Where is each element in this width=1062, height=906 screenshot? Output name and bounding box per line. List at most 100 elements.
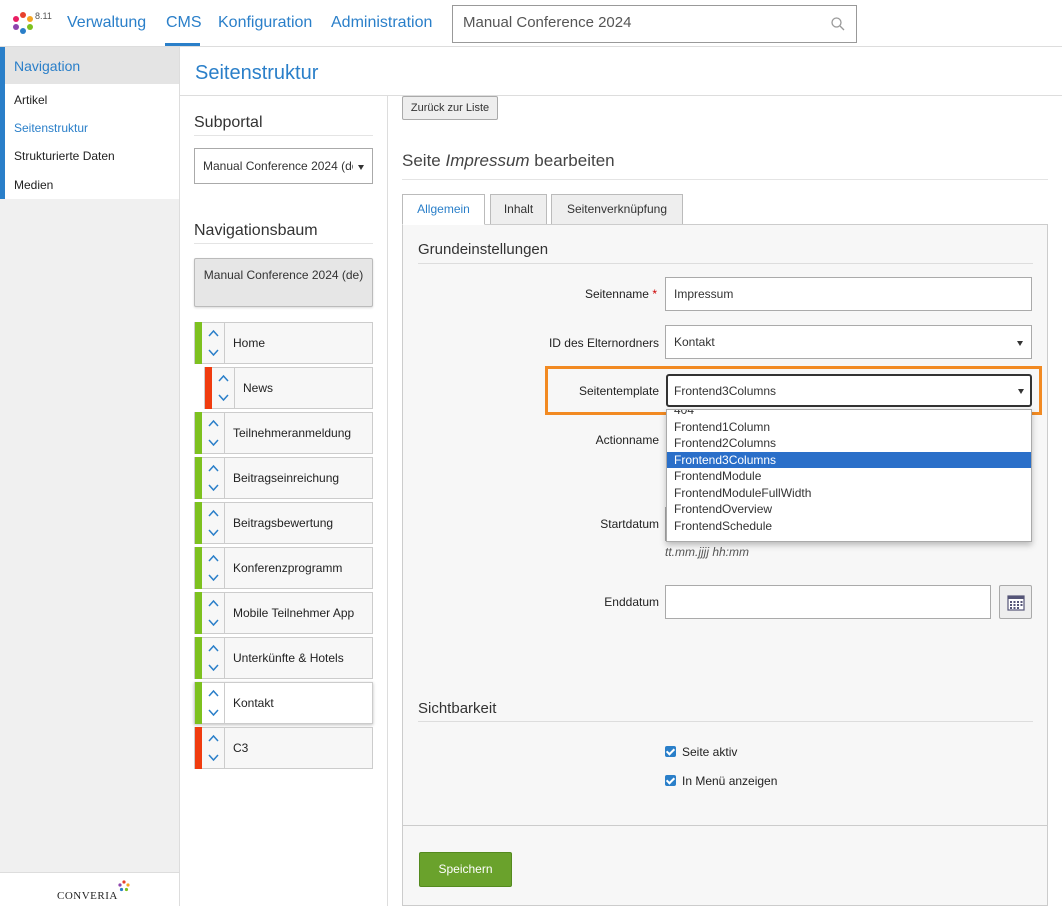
chevron-up-icon[interactable] xyxy=(218,374,229,382)
chevron-up-icon[interactable] xyxy=(208,599,219,607)
sidebar-item-seitenstruktur[interactable]: Seitenstruktur xyxy=(14,121,88,135)
chevron-up-icon[interactable] xyxy=(208,644,219,652)
tree-root-button[interactable]: Manual Conference 2024 (de) xyxy=(194,258,373,307)
checkbox-checked-icon[interactable] xyxy=(665,775,676,786)
template-option[interactable]: 404 xyxy=(667,410,1031,418)
tree-node[interactable]: Kontakt xyxy=(194,682,373,724)
template-option[interactable]: FrontendOverview xyxy=(667,501,1031,517)
template-select[interactable]: Frontend3Columns xyxy=(666,374,1032,407)
tree-node-label[interactable]: Beitragsbewertung xyxy=(233,516,333,530)
tree-node[interactable]: Teilnehmeranmeldung xyxy=(194,412,373,454)
chevron-down-icon[interactable] xyxy=(208,754,219,762)
chevron-up-icon[interactable] xyxy=(208,734,219,742)
sidebar-item-strukturierte-daten[interactable]: Strukturierte Daten xyxy=(14,149,115,163)
tree-node-label[interactable]: Mobile Teilnehmer App xyxy=(233,606,354,620)
tree-reorder-controls xyxy=(202,413,225,453)
tree-node[interactable]: Unterkünfte & Hotels xyxy=(194,637,373,679)
search-icon[interactable] xyxy=(830,16,846,32)
enddate-field[interactable] xyxy=(665,585,991,619)
edit-title-suffix: bearbeiten xyxy=(529,151,615,170)
tree-status-bar xyxy=(195,457,202,499)
sidebar-heading-label: Navigation xyxy=(14,58,81,74)
search-input[interactable] xyxy=(463,14,823,31)
tree-node-label[interactable]: Konferenzprogramm xyxy=(233,561,342,575)
chevron-down-icon[interactable] xyxy=(208,709,219,717)
pagename-field[interactable] xyxy=(665,277,1032,311)
chevron-down-icon[interactable] xyxy=(208,664,219,672)
structure-panel: Subportal Manual Conference 2024 (de) Na… xyxy=(180,96,388,906)
chevron-up-icon[interactable] xyxy=(208,509,219,517)
tree-node[interactable]: Beitragseinreichung xyxy=(194,457,373,499)
tab-inhalt[interactable]: Inhalt xyxy=(490,194,547,225)
top-bar: 8.11 Verwaltung CMS Konfiguration Admini… xyxy=(0,0,1062,47)
chevron-up-icon[interactable] xyxy=(208,464,219,472)
chevron-down-icon[interactable] xyxy=(208,619,219,627)
tree-node[interactable]: C3 xyxy=(194,727,373,769)
parent-select[interactable]: Kontakt xyxy=(665,325,1032,359)
nav-verwaltung[interactable]: Verwaltung xyxy=(67,14,146,32)
chevron-down-icon[interactable] xyxy=(208,484,219,492)
chevron-up-icon[interactable] xyxy=(208,329,219,337)
app-version: 8.11 xyxy=(35,11,52,21)
global-search[interactable] xyxy=(452,5,857,43)
template-option[interactable]: Frontend2Columns xyxy=(667,435,1031,451)
pagename-input[interactable] xyxy=(674,287,1003,301)
tree-reorder-controls xyxy=(202,458,225,498)
app-logo-icon[interactable] xyxy=(10,10,36,36)
section-sichtbarkeit: Sichtbarkeit xyxy=(418,700,497,717)
tree-node[interactable]: Mobile Teilnehmer App xyxy=(194,592,373,634)
chevron-up-icon[interactable] xyxy=(208,554,219,562)
sidebar-item-artikel[interactable]: Artikel xyxy=(14,93,47,107)
chevron-down-icon xyxy=(1017,341,1023,346)
tab-seitenverknuepfung[interactable]: Seitenverknüpfung xyxy=(551,194,683,225)
chevron-down-icon[interactable] xyxy=(208,439,219,447)
enddate-input[interactable] xyxy=(674,595,966,609)
chevron-up-icon[interactable] xyxy=(208,419,219,427)
subportal-select-value: Manual Conference 2024 (de) xyxy=(203,159,353,173)
startdate-hint: tt.mm.jjjj hh:mm xyxy=(665,545,749,559)
parent-label: ID des Elternordners xyxy=(548,336,659,350)
sidebar-item-medien[interactable]: Medien xyxy=(14,178,53,192)
checkbox-checked-icon[interactable] xyxy=(665,746,676,757)
tree-node[interactable]: Beitragsbewertung xyxy=(194,502,373,544)
tree-node[interactable]: Konferenzprogramm xyxy=(194,547,373,589)
subportal-select[interactable]: Manual Conference 2024 (de) xyxy=(194,148,373,184)
tab-allgemein[interactable]: Allgemein xyxy=(402,194,485,225)
page-header: Seitenstruktur xyxy=(180,47,1062,96)
tree-node-label[interactable]: Unterkünfte & Hotels xyxy=(233,651,344,665)
tree-node[interactable]: Home xyxy=(194,322,373,364)
actionname-label: Actionname xyxy=(595,433,659,447)
parent-select-value: Kontakt xyxy=(674,335,715,349)
tree-node-label[interactable]: Teilnehmeranmeldung xyxy=(233,426,351,440)
chevron-down-icon[interactable] xyxy=(218,394,229,402)
checkbox-seite-aktiv[interactable]: Seite aktiv xyxy=(665,745,737,759)
template-option[interactable]: FrontendModule xyxy=(667,468,1031,484)
checkbox-in-menue[interactable]: In Menü anzeigen xyxy=(665,774,777,788)
tree-node-label[interactable]: C3 xyxy=(233,741,248,755)
template-option[interactable]: Frontend3Columns xyxy=(667,451,1031,468)
back-to-list-button[interactable]: Zurück zur Liste xyxy=(402,96,498,120)
template-option[interactable]: FrontendSchedule xyxy=(667,518,1031,534)
template-option[interactable]: FrontendModuleFullWidth xyxy=(667,485,1031,501)
template-option[interactable]: Frontend1Column xyxy=(667,419,1031,435)
tree-status-bar xyxy=(195,727,202,769)
tree-node-label[interactable]: News xyxy=(243,381,273,395)
tree-node-label[interactable]: Beitragseinreichung xyxy=(233,471,339,485)
tree-node-label[interactable]: Kontakt xyxy=(233,696,274,710)
nav-administration[interactable]: Administration xyxy=(331,14,432,32)
tree-node-label[interactable]: Home xyxy=(233,336,265,350)
tree-status-bar xyxy=(195,502,202,544)
chevron-down-icon[interactable] xyxy=(208,574,219,582)
nav-konfiguration[interactable]: Konfiguration xyxy=(218,14,312,32)
converia-logo-text: CONVERIA xyxy=(57,890,118,902)
chevron-down-icon[interactable] xyxy=(208,349,219,357)
enddate-calendar-button[interactable] xyxy=(999,585,1032,619)
chevron-up-icon[interactable] xyxy=(208,689,219,697)
save-button[interactable]: Speichern xyxy=(419,852,512,887)
chevron-down-icon[interactable] xyxy=(208,529,219,537)
sidebar-footer: CONVERIA xyxy=(0,872,179,906)
nav-cms[interactable]: CMS xyxy=(166,14,202,32)
subportal-divider xyxy=(194,135,373,136)
tree-node[interactable]: News xyxy=(204,367,373,409)
tree-heading: Navigationsbaum xyxy=(194,222,318,239)
